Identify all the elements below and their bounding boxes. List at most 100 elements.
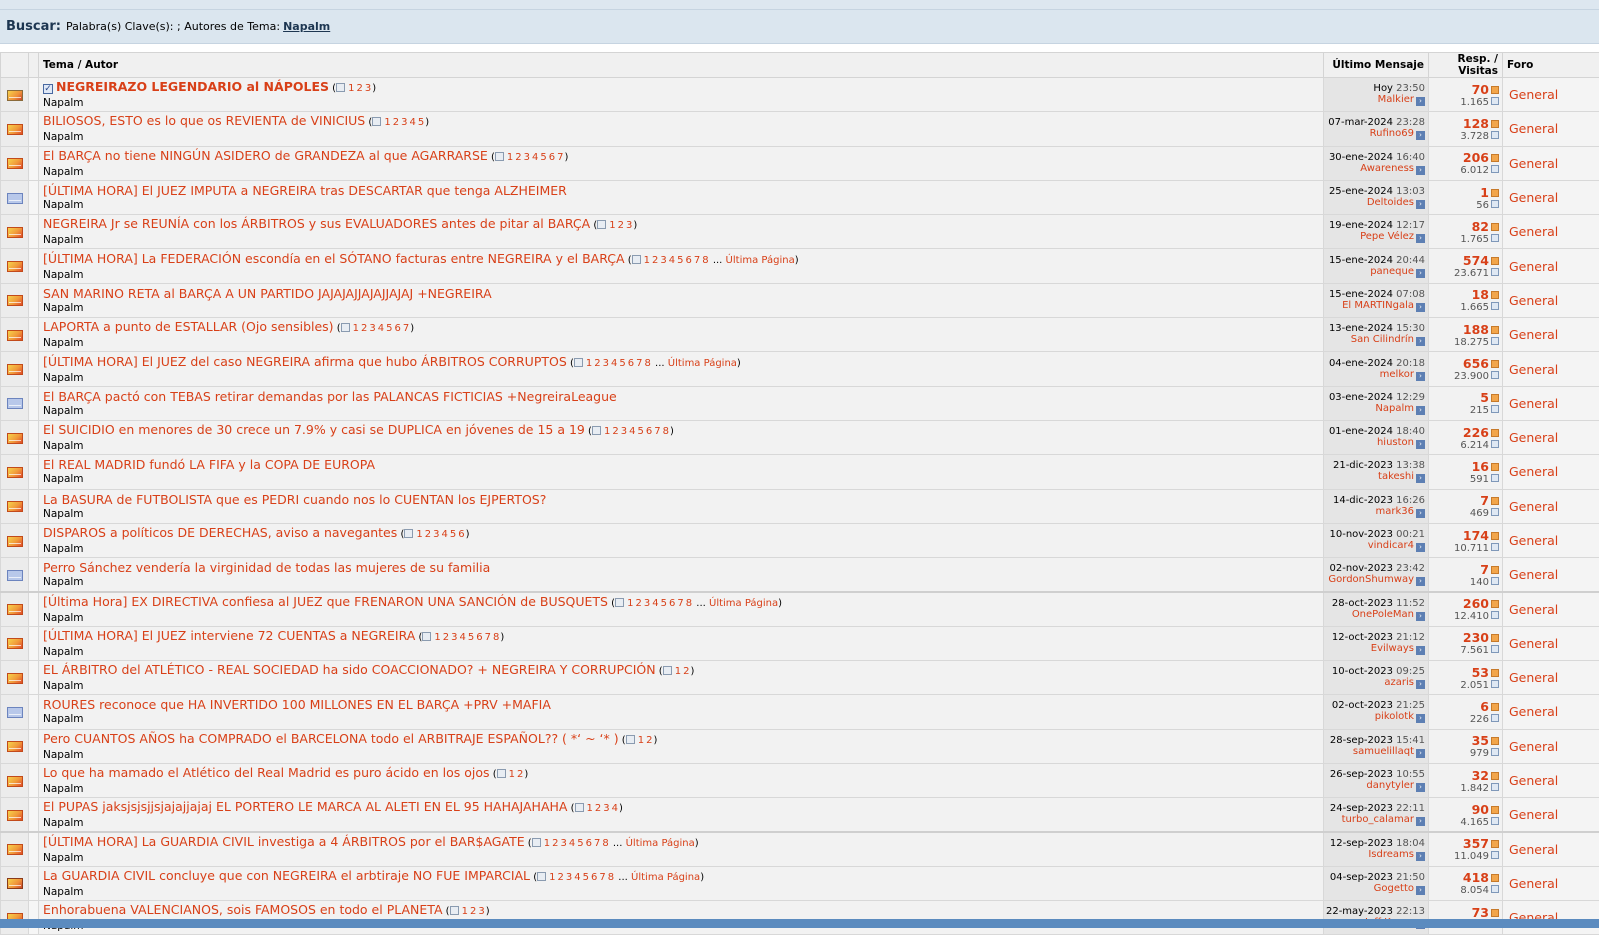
page-link[interactable]: 1	[434, 632, 440, 643]
thread-title-link[interactable]: [ÚLTIMA HORA] El JUEZ del caso NEGREIRA …	[43, 354, 567, 369]
last-page-link[interactable]: Última Página	[726, 255, 795, 266]
last-page-link[interactable]: Última Página	[668, 358, 737, 369]
reply-count[interactable]: 18	[1472, 287, 1489, 302]
forum-link[interactable]: General	[1509, 807, 1558, 822]
thread-author[interactable]: Napalm	[43, 166, 1323, 179]
page-link[interactable]: 2	[515, 152, 521, 163]
reply-count[interactable]: 70	[1472, 82, 1489, 97]
last-post-user[interactable]: OnePoleMan	[1352, 609, 1414, 620]
go-to-last-post-icon[interactable]: ›	[1416, 714, 1425, 723]
page-link[interactable]: 3	[566, 872, 572, 883]
page-link[interactable]: 5	[661, 598, 667, 609]
thread-author[interactable]: Napalm	[43, 302, 1323, 315]
page-link[interactable]: 5	[677, 255, 683, 266]
page-link[interactable]: 4	[611, 358, 617, 369]
page-link[interactable]: 8	[663, 426, 669, 437]
last-post-user[interactable]: danytyler	[1366, 780, 1414, 791]
forum-link[interactable]: General	[1509, 670, 1558, 685]
page-link[interactable]: 2	[683, 666, 689, 677]
thread-title-link[interactable]: LAPORTA a punto de ESTALLAR (Ojo sensibl…	[43, 319, 334, 334]
page-link[interactable]: 4	[409, 117, 415, 128]
last-post-user[interactable]: El MARTINgala	[1342, 300, 1414, 311]
last-page-link[interactable]: Última Página	[631, 872, 700, 883]
go-to-last-post-icon[interactable]: ›	[1416, 612, 1425, 621]
reply-count[interactable]: 418	[1463, 870, 1489, 885]
thread-title-link[interactable]: NEGREIRAZO LEGENDARIO al NÁPOLES	[56, 79, 329, 94]
page-link[interactable]: 4	[612, 803, 618, 814]
reply-count[interactable]: 32	[1472, 768, 1489, 783]
page-link[interactable]: 2	[393, 117, 399, 128]
thread-title-link[interactable]: NEGREIRA Jr se REUNÍA con los ÁRBITROS y…	[43, 216, 590, 231]
go-to-last-post-icon[interactable]: ›	[1416, 406, 1425, 415]
reply-count[interactable]: 35	[1472, 733, 1489, 748]
page-link[interactable]: 1	[416, 529, 422, 540]
forum-link[interactable]: General	[1509, 224, 1558, 239]
reply-count[interactable]: 206	[1463, 150, 1489, 165]
go-to-last-post-icon[interactable]: ›	[1416, 543, 1425, 552]
go-to-last-post-icon[interactable]: ›	[1416, 509, 1425, 518]
page-link[interactable]: 3	[365, 83, 371, 94]
page-link[interactable]: 5	[619, 358, 625, 369]
go-to-last-post-icon[interactable]: ›	[1416, 200, 1425, 209]
page-link[interactable]: 3	[433, 529, 439, 540]
page-link[interactable]: 4	[669, 255, 675, 266]
reply-count[interactable]: 1	[1480, 185, 1489, 200]
page-link[interactable]: 2	[552, 838, 558, 849]
page-link[interactable]: 2	[470, 906, 476, 917]
go-to-last-post-icon[interactable]: ›	[1416, 886, 1425, 895]
forum-link[interactable]: General	[1509, 430, 1558, 445]
thread-author[interactable]: Napalm	[43, 713, 1323, 726]
last-post-user[interactable]: Gogetto	[1374, 883, 1414, 894]
checkbox-icon[interactable]: ✓	[43, 84, 53, 94]
page-link[interactable]: 8	[644, 358, 650, 369]
page-link[interactable]: 6	[628, 358, 634, 369]
thread-author[interactable]: Napalm	[43, 131, 1323, 144]
reply-count[interactable]: 82	[1472, 219, 1489, 234]
page-link[interactable]: 3	[524, 152, 530, 163]
header-forum[interactable]: Foro	[1503, 53, 1599, 78]
page-link[interactable]: 3	[603, 803, 609, 814]
page-link[interactable]: 2	[646, 735, 652, 746]
thread-author[interactable]: Napalm	[43, 473, 1323, 486]
reply-count[interactable]: 90	[1472, 802, 1489, 817]
thread-author[interactable]: Napalm	[43, 543, 1323, 556]
forum-link[interactable]: General	[1509, 396, 1558, 411]
last-post-user[interactable]: hiuston	[1377, 437, 1414, 448]
page-link[interactable]: 1	[462, 906, 468, 917]
page-link[interactable]: 4	[574, 872, 580, 883]
go-to-last-post-icon[interactable]: ›	[1416, 269, 1425, 278]
go-to-last-post-icon[interactable]: ›	[1416, 680, 1425, 689]
page-link[interactable]: 2	[594, 358, 600, 369]
go-to-last-post-icon[interactable]: ›	[1416, 474, 1425, 483]
page-link[interactable]: 2	[558, 872, 564, 883]
last-post-user[interactable]: Deltoides	[1367, 197, 1414, 208]
header-topic-author[interactable]: Tema / Autor	[39, 53, 1324, 78]
thread-author[interactable]: Napalm	[43, 405, 1323, 418]
page-link[interactable]: 6	[669, 598, 675, 609]
page-link[interactable]: 1	[609, 220, 615, 231]
page-link[interactable]: 6	[395, 323, 401, 334]
page-link[interactable]: 6	[476, 632, 482, 643]
page-link[interactable]: 1	[507, 152, 513, 163]
last-post-user[interactable]: turbo_calamar	[1342, 814, 1414, 825]
last-post-user[interactable]: paneque	[1370, 266, 1414, 277]
page-link[interactable]: 1	[353, 323, 359, 334]
last-post-user[interactable]: Awareness	[1360, 163, 1414, 174]
go-to-last-post-icon[interactable]: ›	[1416, 97, 1425, 106]
page-link[interactable]: 7	[599, 872, 605, 883]
page-link[interactable]: 5	[386, 323, 392, 334]
page-link[interactable]: 6	[591, 872, 597, 883]
forum-link[interactable]: General	[1509, 499, 1558, 514]
page-link[interactable]: 3	[401, 117, 407, 128]
thread-author[interactable]: Napalm	[43, 852, 1323, 865]
last-post-user[interactable]: Evilways	[1371, 643, 1414, 654]
thread-title-link[interactable]: Lo que ha mamado el Atlético del Real Ma…	[43, 765, 490, 780]
thread-author[interactable]: Napalm	[43, 783, 1323, 796]
forum-link[interactable]: General	[1509, 636, 1558, 651]
thread-author[interactable]: Napalm	[43, 817, 1323, 830]
forum-link[interactable]: General	[1509, 293, 1558, 308]
go-to-last-post-icon[interactable]: ›	[1416, 166, 1425, 175]
thread-author[interactable]: Napalm	[43, 97, 1323, 110]
page-link[interactable]: 4	[532, 152, 538, 163]
last-page-link[interactable]: Última Página	[709, 598, 778, 609]
